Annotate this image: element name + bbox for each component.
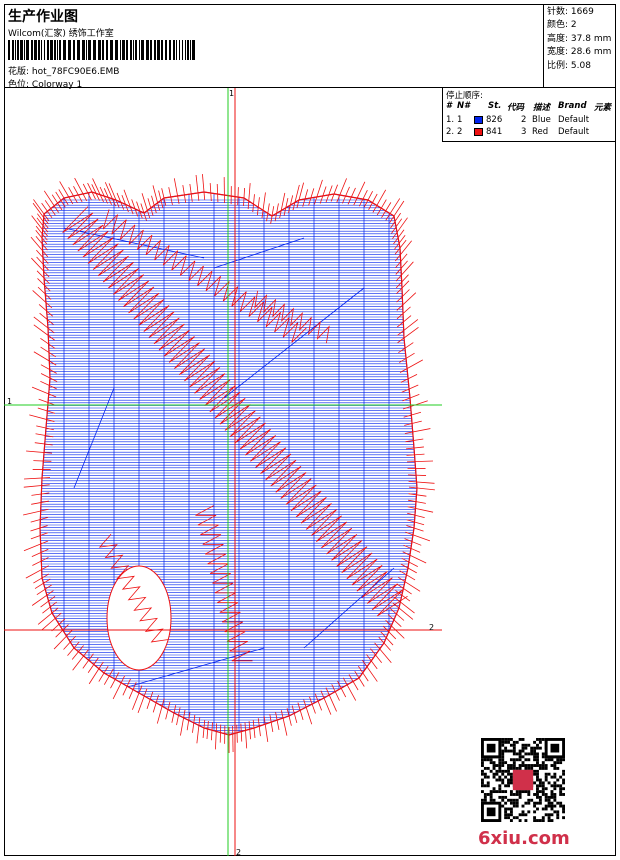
col-header: # bbox=[446, 101, 452, 111]
company-name: Wilcom(汇家) 绣饰工作室 bbox=[8, 29, 114, 39]
stat-value: 37.8 mm bbox=[570, 33, 612, 44]
stop-code: 3 bbox=[521, 127, 527, 137]
stop-brand: Default bbox=[558, 127, 590, 137]
red-satin-stitches bbox=[23, 174, 435, 754]
stat-value: 28.6 mm bbox=[570, 47, 612, 58]
qr-code bbox=[481, 738, 565, 822]
blue-fill-stitches bbox=[39, 191, 418, 736]
color-swatch bbox=[474, 116, 483, 124]
pattern-line: 花版: hot_78FC90E6.EMB bbox=[8, 64, 119, 77]
stat-value: 1669 bbox=[570, 7, 594, 17]
stop-code: 2 bbox=[521, 115, 527, 125]
axis-label-h-right: 2 bbox=[429, 623, 435, 632]
stat-value: 5.08 bbox=[570, 60, 591, 71]
header-panel: 生产作业图 Wilcom(汇家) 绣饰工作室 花版: hot_78FC90E6.… bbox=[4, 4, 544, 90]
stop-num: 1. bbox=[446, 115, 455, 125]
center-axes bbox=[4, 88, 442, 856]
stop-desc: Red bbox=[532, 127, 549, 137]
stop-desc: Blue bbox=[532, 115, 551, 125]
stat-label: 宽度: bbox=[547, 47, 569, 58]
stat-label: 高度: bbox=[547, 33, 569, 44]
col-header: N# bbox=[457, 101, 471, 111]
stop-sequence-title: 停止顺序: bbox=[446, 91, 483, 101]
stats-panel: 针数: 1669 颜色: 2 高度: 37.8 mm 宽度: 28.6 mm 比… bbox=[544, 4, 616, 88]
stop-num: 2. bbox=[446, 127, 455, 137]
axis-label-v-top: 1 bbox=[229, 89, 235, 98]
stat-value: 2 bbox=[570, 20, 577, 31]
col-header: Brand bbox=[558, 101, 587, 111]
watermark: 6xiu.com bbox=[478, 828, 570, 849]
col-header: 代码 bbox=[507, 103, 525, 113]
stat-scale: 比例: 5.08 bbox=[547, 60, 613, 73]
stop-needle: 1 bbox=[457, 115, 463, 125]
embroidery-design-canvas bbox=[4, 88, 442, 856]
stop-needle: 2 bbox=[457, 127, 463, 137]
stat-stitches: 针数: 1669 bbox=[547, 6, 613, 19]
stat-label: 颜色: bbox=[547, 20, 569, 31]
axis-label-h-left: 1 bbox=[7, 397, 13, 406]
axis-label-v-bottom: 2 bbox=[236, 848, 242, 857]
stat-label: 针数: bbox=[547, 7, 569, 17]
col-header: St. bbox=[488, 101, 502, 111]
stat-height: 高度: 37.8 mm bbox=[547, 33, 613, 46]
pattern-label: 花版: bbox=[8, 67, 30, 77]
col-header: 描述 bbox=[533, 103, 551, 113]
sheet-title: 生产作业图 bbox=[8, 9, 78, 25]
stat-width: 宽度: 28.6 mm bbox=[547, 46, 613, 59]
barcode bbox=[8, 40, 195, 60]
stat-colors: 颜色: 2 bbox=[547, 19, 613, 32]
stop-stitches: 826 bbox=[486, 115, 503, 125]
col-header: 元素 bbox=[594, 103, 612, 113]
color-swatch bbox=[474, 128, 483, 136]
stat-label: 比例: bbox=[547, 60, 569, 71]
pattern-value: hot_78FC90E6.EMB bbox=[31, 67, 120, 77]
stop-brand: Default bbox=[558, 115, 590, 125]
stop-stitches: 841 bbox=[486, 127, 503, 137]
stop-sequence-panel: 停止顺序: # N# St. 代码 描述 Brand 元素 1. 1 826 2… bbox=[442, 88, 616, 142]
